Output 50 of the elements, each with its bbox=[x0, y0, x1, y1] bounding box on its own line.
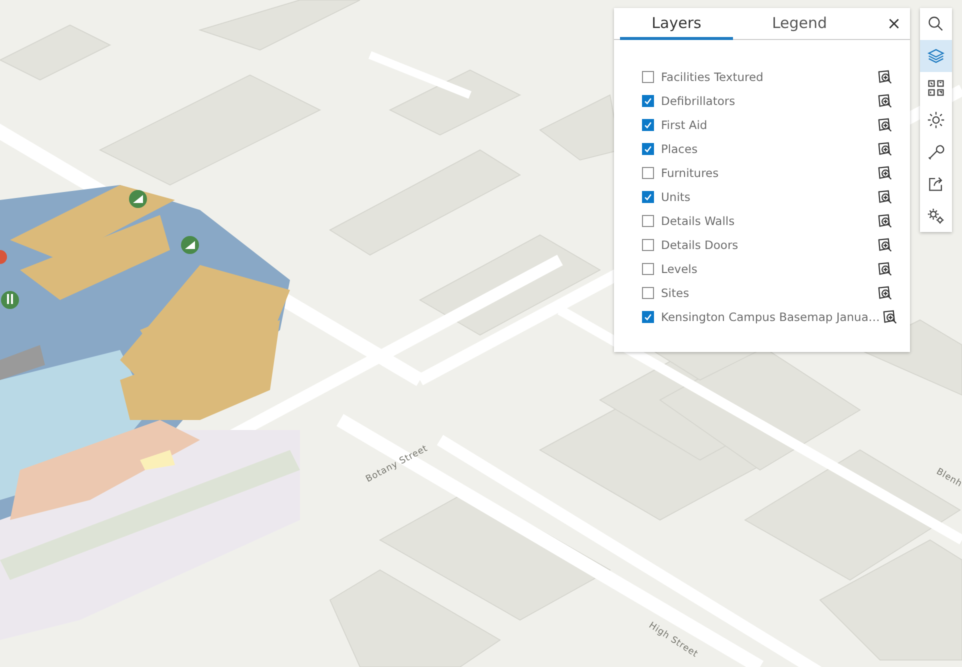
grid-button[interactable] bbox=[920, 72, 952, 104]
zoom-to-icon[interactable] bbox=[877, 92, 894, 110]
zoom-to-icon[interactable] bbox=[877, 260, 894, 278]
layer-checkbox[interactable] bbox=[642, 167, 654, 179]
sun-icon bbox=[927, 111, 945, 129]
layer-checkbox[interactable] bbox=[642, 119, 654, 131]
map-marker-icon[interactable] bbox=[0, 250, 7, 264]
gears-button[interactable] bbox=[920, 200, 952, 232]
search-button[interactable] bbox=[920, 8, 952, 40]
grid-icon bbox=[927, 79, 945, 97]
layer-name: Details Walls bbox=[661, 214, 736, 228]
layers-icon bbox=[927, 47, 945, 65]
layer-name: Kensington Campus Basemap Janua… bbox=[661, 310, 880, 324]
layer-checkbox[interactable] bbox=[642, 143, 654, 155]
search-icon bbox=[927, 15, 945, 33]
layer-checkbox[interactable] bbox=[642, 95, 654, 107]
layer-name: Facilities Textured bbox=[661, 70, 764, 84]
highlighted-room bbox=[140, 450, 175, 470]
zoom-to-icon[interactable] bbox=[877, 236, 894, 254]
gears-icon bbox=[927, 207, 945, 225]
layer-checkbox[interactable] bbox=[642, 311, 654, 323]
layer-checkbox[interactable] bbox=[642, 215, 654, 227]
zoom-to-icon[interactable] bbox=[877, 212, 894, 230]
layer-name: Places bbox=[661, 142, 699, 156]
zoom-to-icon[interactable] bbox=[882, 308, 899, 326]
layer-checkbox[interactable] bbox=[642, 263, 654, 275]
layer-checkbox[interactable] bbox=[642, 239, 654, 251]
layer-name: Details Doors bbox=[661, 238, 740, 252]
layer-name: Sites bbox=[661, 286, 690, 300]
zoom-to-icon[interactable] bbox=[877, 188, 894, 206]
share-icon bbox=[927, 175, 945, 193]
layer-checkbox[interactable] bbox=[642, 71, 654, 83]
stairs-marker-icon[interactable] bbox=[181, 236, 199, 254]
stairs-marker-icon[interactable] bbox=[129, 190, 147, 208]
zoom-to-icon[interactable] bbox=[877, 164, 894, 182]
layer-checkbox[interactable] bbox=[642, 191, 654, 203]
close-button[interactable]: × bbox=[882, 8, 906, 39]
panel-tab[interactable]: Legend bbox=[743, 8, 856, 40]
layers-button[interactable] bbox=[920, 40, 952, 72]
zoom-to-icon[interactable] bbox=[877, 68, 894, 86]
layer-name: Levels bbox=[661, 262, 698, 276]
layer-checkbox[interactable] bbox=[642, 287, 654, 299]
layer-name: Defibrillators bbox=[661, 94, 736, 108]
layer-name: First Aid bbox=[661, 118, 708, 132]
zoom-to-icon[interactable] bbox=[877, 116, 894, 134]
panel-tab[interactable]: Layers bbox=[620, 8, 733, 40]
layer-name: Furnitures bbox=[661, 166, 720, 180]
zoom-to-icon[interactable] bbox=[877, 284, 894, 302]
layer-name: Units bbox=[661, 190, 692, 204]
zoom-to-icon[interactable] bbox=[877, 140, 894, 158]
